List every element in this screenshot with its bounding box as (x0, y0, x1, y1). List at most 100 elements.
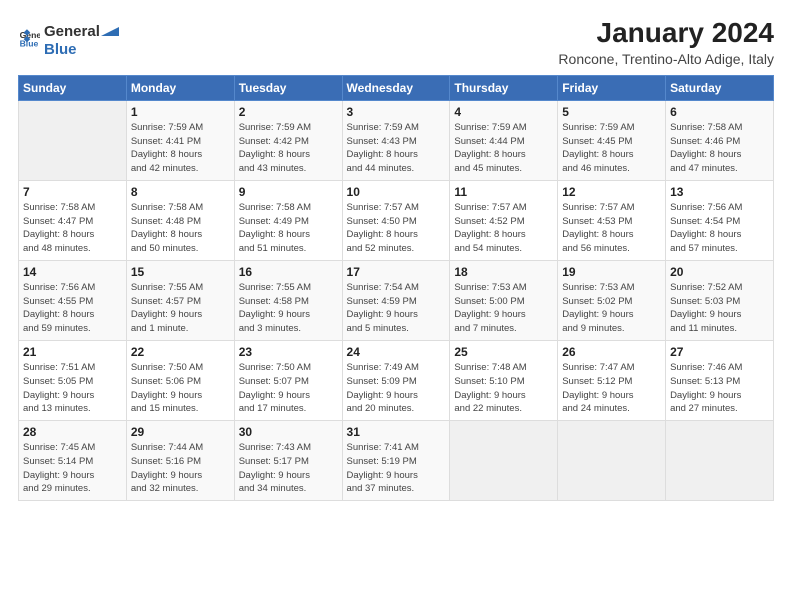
day-number: 11 (454, 185, 553, 199)
calendar-body: 1 Sunrise: 7:59 AM Sunset: 4:41 PM Daylig… (19, 100, 774, 500)
day-info: Sunrise: 7:57 AM Sunset: 4:53 PM Dayligh… (562, 201, 661, 256)
calendar-header: SundayMondayTuesdayWednesdayThursdayFrid… (19, 75, 774, 100)
day-info: Sunrise: 7:50 AM Sunset: 5:06 PM Dayligh… (131, 361, 230, 416)
day-number: 21 (23, 345, 122, 359)
calendar-cell: 8 Sunrise: 7:58 AM Sunset: 4:48 PM Daylig… (126, 180, 234, 260)
day-number: 7 (23, 185, 122, 199)
calendar-cell: 26 Sunrise: 7:47 AM Sunset: 5:12 PM Dayli… (558, 340, 666, 420)
day-info: Sunrise: 7:55 AM Sunset: 4:58 PM Dayligh… (239, 281, 338, 336)
day-number: 1 (131, 105, 230, 119)
day-number: 3 (347, 105, 446, 119)
calendar-cell (558, 421, 666, 501)
day-number: 24 (347, 345, 446, 359)
day-info: Sunrise: 7:58 AM Sunset: 4:48 PM Dayligh… (131, 201, 230, 256)
calendar-cell: 11 Sunrise: 7:57 AM Sunset: 4:52 PM Dayli… (450, 180, 558, 260)
day-info: Sunrise: 7:52 AM Sunset: 5:03 PM Dayligh… (670, 281, 769, 336)
calendar-cell: 10Sunrise: 7:57 AM Sunset: 4:50 PM Dayli… (342, 180, 450, 260)
day-info: Sunrise: 7:59 AM Sunset: 4:45 PM Dayligh… (562, 121, 661, 176)
day-number: 27 (670, 345, 769, 359)
calendar-cell: 30 Sunrise: 7:43 AM Sunset: 5:17 PM Dayli… (234, 421, 342, 501)
week-row-1: 7 Sunrise: 7:58 AM Sunset: 4:47 PM Daylig… (19, 180, 774, 260)
header-wednesday: Wednesday (342, 75, 450, 100)
day-info: Sunrise: 7:46 AM Sunset: 5:13 PM Dayligh… (670, 361, 769, 416)
day-number: 23 (239, 345, 338, 359)
calendar-cell: 17Sunrise: 7:54 AM Sunset: 4:59 PM Dayli… (342, 260, 450, 340)
calendar-cell: 15Sunrise: 7:55 AM Sunset: 4:57 PM Dayli… (126, 260, 234, 340)
day-number: 14 (23, 265, 122, 279)
logo-text: General Blue (44, 18, 120, 59)
calendar-cell: 29 Sunrise: 7:44 AM Sunset: 5:16 PM Dayli… (126, 421, 234, 501)
day-number: 26 (562, 345, 661, 359)
day-info: Sunrise: 7:53 AM Sunset: 5:02 PM Dayligh… (562, 281, 661, 336)
calendar-cell: 2 Sunrise: 7:59 AM Sunset: 4:42 PM Daylig… (234, 100, 342, 180)
day-info: Sunrise: 7:49 AM Sunset: 5:09 PM Dayligh… (347, 361, 446, 416)
calendar-cell: 5 Sunrise: 7:59 AM Sunset: 4:45 PM Daylig… (558, 100, 666, 180)
day-info: Sunrise: 7:59 AM Sunset: 4:41 PM Dayligh… (131, 121, 230, 176)
day-number: 8 (131, 185, 230, 199)
calendar-cell: 19 Sunrise: 7:53 AM Sunset: 5:02 PM Dayli… (558, 260, 666, 340)
day-number: 30 (239, 425, 338, 439)
calendar-cell: 1 Sunrise: 7:59 AM Sunset: 4:41 PM Daylig… (126, 100, 234, 180)
week-row-2: 14 Sunrise: 7:56 AM Sunset: 4:55 PM Dayli… (19, 260, 774, 340)
day-number: 31 (347, 425, 446, 439)
week-row-4: 28Sunrise: 7:45 AM Sunset: 5:14 PM Dayli… (19, 421, 774, 501)
calendar-cell: 6 Sunrise: 7:58 AM Sunset: 4:46 PM Daylig… (666, 100, 774, 180)
logo-blue: Blue (44, 41, 77, 58)
calendar-cell: 21 Sunrise: 7:51 AM Sunset: 5:05 PM Dayli… (19, 340, 127, 420)
day-number: 5 (562, 105, 661, 119)
logo-triangle-icon (101, 18, 119, 36)
calendar-cell: 18Sunrise: 7:53 AM Sunset: 5:00 PM Dayli… (450, 260, 558, 340)
day-number: 6 (670, 105, 769, 119)
day-info: Sunrise: 7:58 AM Sunset: 4:47 PM Dayligh… (23, 201, 122, 256)
day-number: 2 (239, 105, 338, 119)
calendar-cell: 31Sunrise: 7:41 AM Sunset: 5:19 PM Dayli… (342, 421, 450, 501)
header-thursday: Thursday (450, 75, 558, 100)
header-monday: Monday (126, 75, 234, 100)
day-number: 19 (562, 265, 661, 279)
month-title: January 2024 (558, 18, 774, 49)
day-number: 15 (131, 265, 230, 279)
calendar-cell (19, 100, 127, 180)
calendar-cell (450, 421, 558, 501)
day-info: Sunrise: 7:43 AM Sunset: 5:17 PM Dayligh… (239, 441, 338, 496)
day-info: Sunrise: 7:57 AM Sunset: 4:52 PM Dayligh… (454, 201, 553, 256)
calendar-cell: 14 Sunrise: 7:56 AM Sunset: 4:55 PM Dayli… (19, 260, 127, 340)
header-sunday: Sunday (19, 75, 127, 100)
day-info: Sunrise: 7:59 AM Sunset: 4:42 PM Dayligh… (239, 121, 338, 176)
day-number: 28 (23, 425, 122, 439)
day-number: 13 (670, 185, 769, 199)
calendar-cell: 28Sunrise: 7:45 AM Sunset: 5:14 PM Dayli… (19, 421, 127, 501)
location-title: Roncone, Trentino-Alto Adige, Italy (558, 51, 774, 67)
day-info: Sunrise: 7:48 AM Sunset: 5:10 PM Dayligh… (454, 361, 553, 416)
day-number: 22 (131, 345, 230, 359)
calendar-cell: 20 Sunrise: 7:52 AM Sunset: 5:03 PM Dayli… (666, 260, 774, 340)
day-info: Sunrise: 7:47 AM Sunset: 5:12 PM Dayligh… (562, 361, 661, 416)
day-info: Sunrise: 7:44 AM Sunset: 5:16 PM Dayligh… (131, 441, 230, 496)
calendar-cell: 16Sunrise: 7:55 AM Sunset: 4:58 PM Dayli… (234, 260, 342, 340)
day-number: 9 (239, 185, 338, 199)
page-container: General Blue General Blue January 2024 R… (0, 0, 792, 511)
logo-general: General (44, 24, 100, 41)
day-number: 20 (670, 265, 769, 279)
header-tuesday: Tuesday (234, 75, 342, 100)
day-info: Sunrise: 7:51 AM Sunset: 5:05 PM Dayligh… (23, 361, 122, 416)
title-block: January 2024 Roncone, Trentino-Alto Adig… (558, 18, 774, 67)
calendar-table: SundayMondayTuesdayWednesdayThursdayFrid… (18, 75, 774, 501)
day-number: 29 (131, 425, 230, 439)
calendar-cell: 13 Sunrise: 7:56 AM Sunset: 4:54 PM Dayli… (666, 180, 774, 260)
day-info: Sunrise: 7:56 AM Sunset: 4:55 PM Dayligh… (23, 281, 122, 336)
day-number: 18 (454, 265, 553, 279)
day-info: Sunrise: 7:56 AM Sunset: 4:54 PM Dayligh… (670, 201, 769, 256)
header-friday: Friday (558, 75, 666, 100)
day-info: Sunrise: 7:58 AM Sunset: 4:46 PM Dayligh… (670, 121, 769, 176)
calendar-cell: 22 Sunrise: 7:50 AM Sunset: 5:06 PM Dayli… (126, 340, 234, 420)
header-row: SundayMondayTuesdayWednesdayThursdayFrid… (19, 75, 774, 100)
day-info: Sunrise: 7:58 AM Sunset: 4:49 PM Dayligh… (239, 201, 338, 256)
calendar-cell: 7 Sunrise: 7:58 AM Sunset: 4:47 PM Daylig… (19, 180, 127, 260)
day-info: Sunrise: 7:57 AM Sunset: 4:50 PM Dayligh… (347, 201, 446, 256)
calendar-cell: 23Sunrise: 7:50 AM Sunset: 5:07 PM Dayli… (234, 340, 342, 420)
week-row-3: 21 Sunrise: 7:51 AM Sunset: 5:05 PM Dayli… (19, 340, 774, 420)
day-number: 12 (562, 185, 661, 199)
day-info: Sunrise: 7:59 AM Sunset: 4:44 PM Dayligh… (454, 121, 553, 176)
logo: General Blue General Blue (18, 18, 120, 59)
